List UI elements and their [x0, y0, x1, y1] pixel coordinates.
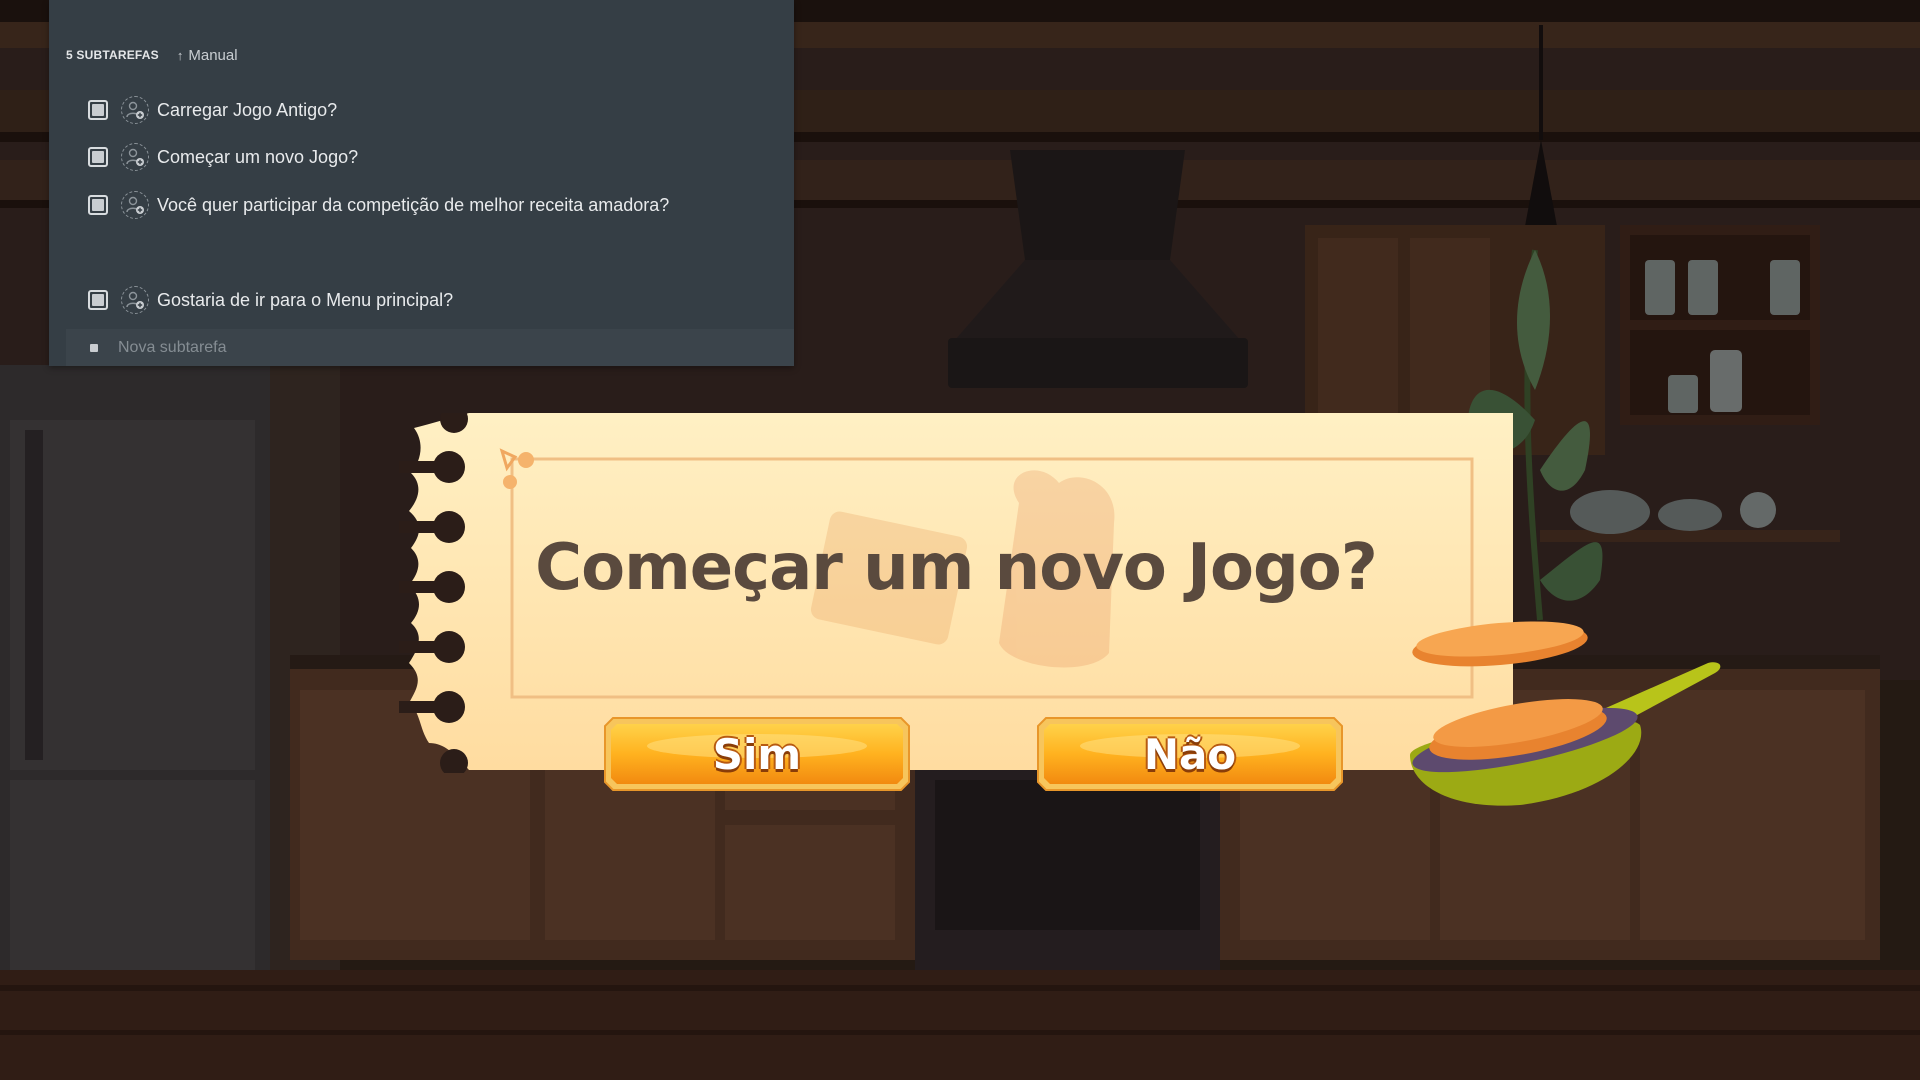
subtask-checkbox[interactable]	[88, 195, 108, 215]
checkbox-fill	[92, 199, 104, 211]
subtask-label: Gostaria de ir para o Menu principal?	[157, 289, 454, 310]
subtask-item[interactable]: Carregar Jogo Antigo?	[88, 93, 337, 127]
checkbox-fill	[92, 104, 104, 116]
subtask-checkbox[interactable]	[88, 147, 108, 167]
frying-pan-illustration	[1410, 621, 1721, 806]
dialog-question: Começar um novo Jogo?	[535, 531, 1378, 605]
subtask-label: Carregar Jogo Antigo?	[157, 99, 338, 120]
subtask-count: 5 SUBTAREFAS	[66, 48, 159, 62]
new-subtask-row	[66, 329, 794, 366]
bullet-icon	[90, 343, 98, 352]
add-user-icon	[126, 291, 144, 309]
add-user-icon	[126, 101, 144, 119]
new-subtask-input[interactable]	[118, 337, 518, 358]
subtask-checkbox[interactable]	[88, 290, 108, 310]
subtask-label: Começar um novo Jogo?	[157, 146, 359, 167]
no-label: Não	[1143, 729, 1237, 779]
assign-user-button[interactable]	[121, 143, 149, 171]
assign-user-button[interactable]	[121, 286, 149, 314]
subtask-label: Você quer participar da competição de me…	[157, 194, 670, 215]
checkbox-fill	[92, 294, 104, 306]
subtask-item[interactable]: Começar um novo Jogo?	[88, 140, 358, 174]
checkbox-fill	[92, 151, 104, 163]
yes-button[interactable]: Sim	[603, 716, 911, 792]
subtask-item[interactable]: Gostaria de ir para o Menu principal?	[88, 283, 453, 317]
subtasks-header: 5 SUBTAREFAS ↑ Manual	[66, 46, 238, 64]
assign-user-button[interactable]	[121, 96, 149, 124]
add-user-icon	[126, 148, 144, 166]
sort-manual-button[interactable]: ↑ Manual	[177, 47, 238, 64]
no-button[interactable]: Não	[1036, 716, 1344, 792]
subtasks-panel: 5 SUBTAREFAS ↑ Manual Carregar Jogo Anti…	[49, 0, 794, 366]
yes-label: Sim	[712, 729, 802, 779]
sort-label: Manual	[188, 46, 238, 64]
arrow-up-icon: ↑	[176, 47, 184, 63]
subtask-checkbox[interactable]	[88, 100, 108, 120]
new-game-dialog: Começar um novo Jogo? Sim Não	[399, 413, 1513, 791]
add-user-icon	[126, 196, 144, 214]
assign-user-button[interactable]	[121, 191, 149, 219]
subtask-item[interactable]: Você quer participar da competição de me…	[88, 188, 669, 222]
